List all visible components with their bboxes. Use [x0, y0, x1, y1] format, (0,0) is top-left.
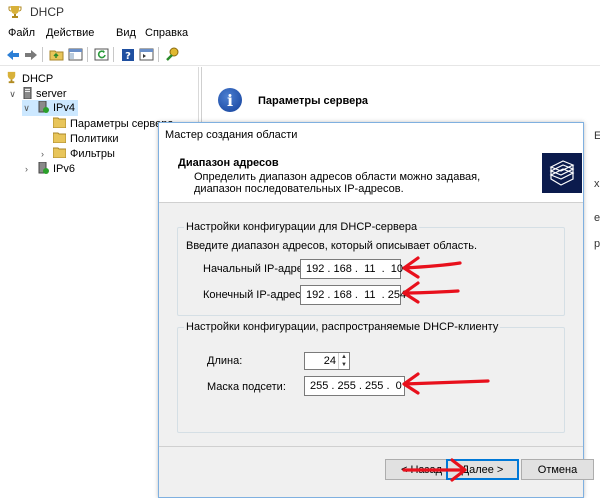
- annotation-arrow-icon: [402, 256, 462, 279]
- annotation-arrows: [402, 256, 490, 482]
- annotation-arrow-icon: [402, 458, 467, 482]
- annotation-arrow-icon: [402, 372, 490, 395]
- annotation-arrow-icon: [402, 281, 460, 304]
